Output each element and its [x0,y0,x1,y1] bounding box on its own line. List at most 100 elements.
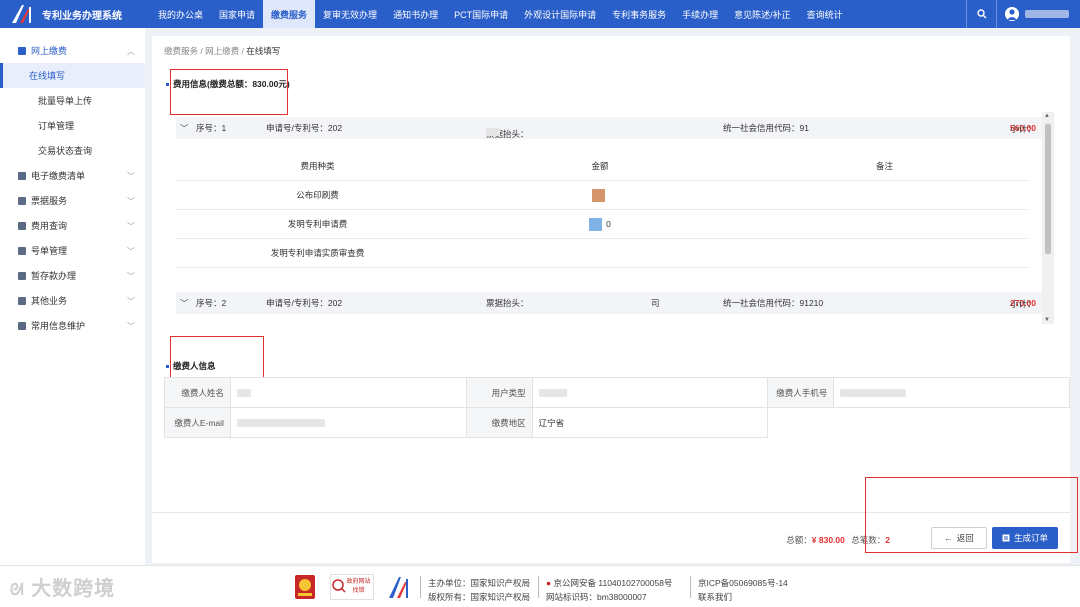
section-dot [166,364,169,368]
color-swatch [591,188,605,202]
gov-site-error-badge[interactable]: 政府网站找错 [330,574,374,600]
number-icon [18,246,26,255]
footer: ᘛ 大数跨境 政府网站找错 主办单位：国家知识产权局 版权所有：国家知识产权局 … [0,565,1080,607]
nav-design-international[interactable]: 外观设计国际申请 [516,0,604,28]
nav-query-stats[interactable]: 查询统计 [799,0,851,28]
sidebar-group-deposit[interactable]: 暂存款办理 ﹀ [0,263,145,288]
header-remark: 备注 [875,161,893,171]
scroll-up-icon[interactable]: ▲ [1044,113,1050,119]
breadcrumb-item[interactable]: 缴费服务 [164,46,198,56]
top-nav-bar: 专利业务办理系统 我的办公桌 国家申请 缴费服务 复审无效办理 通知书办理 PC… [0,0,1080,28]
nav-procedures[interactable]: 手续办理 [674,0,726,28]
chevron-down-icon[interactable]: ﹀ [180,122,189,134]
payment-icon [18,46,26,55]
sidebar-item-transaction-status[interactable]: 交易状态查询 [0,138,145,163]
watermark-text: 大数跨境 [31,578,116,600]
other-icon [18,296,26,305]
party-emblem-logo-icon[interactable] [294,574,316,600]
scrollbar-thumb[interactable] [1045,124,1051,254]
chevron-down-icon: ﹀ [127,197,135,206]
sidebar-item-order-management[interactable]: 订单管理 [0,113,145,138]
sidebar-group-e-list[interactable]: 电子缴费清单 ﹀ [0,163,145,188]
fee-table-header: 费用种类 金额 备注 [176,152,1028,181]
nav-my-desk[interactable]: 我的办公桌 [150,0,211,28]
footer-police[interactable]: ● 京公网安备 11040102700058号 [546,577,672,589]
info-icon [18,321,26,330]
footer-separator [538,576,539,598]
sidebar-group-label: 常用信息维护 [31,321,86,331]
footer-separator [420,576,421,598]
breadcrumb: 缴费服务 / 网上缴费 / 在线填写 [164,45,280,57]
sidebar-group-label: 票据服务 [31,196,68,206]
fee-row-2[interactable]: ﹀ 序号：2 申请号/专利号：202 票据抬头： 司 统一社会信用代码：9121… [176,292,1042,314]
sidebar-group-fee-query[interactable]: 费用查询 ﹀ [0,213,145,238]
chevron-down-icon: ﹀ [127,297,135,306]
fee-row-invoice-tail: 司 [651,298,660,308]
fee-row-subtotal: 小计： 270.00 [1010,298,1036,309]
sidebar-group-online-payment[interactable]: 网上缴费 ︿ [0,38,145,63]
footer-copyright: 版权所有：国家知识产权局 [428,592,531,602]
cnipa-logo-icon [8,3,38,25]
sidebar-item-batch-upload[interactable]: 批量导单上传 [0,88,145,113]
fee-row-seq: 序号：1 [196,123,227,133]
fee-row-subtotal: 小计： 560.00 [1010,123,1036,134]
sidebar-group-label: 号单管理 [31,246,68,256]
chevron-down-icon: ﹀ [127,322,135,331]
highlight-box-fee-total [170,69,288,115]
user-name: ██████ [1025,10,1069,18]
fee-type-cell: 发明专利申请费 [287,219,348,229]
user-type-label: 用户类型 [465,377,533,408]
chevron-down-icon[interactable]: ﹀ [180,297,189,309]
header-amount: 金额 [591,161,609,171]
sidebar-group-other[interactable]: 其他业务 ﹀ [0,288,145,313]
payer-region-value[interactable]: 辽宁省 [531,407,769,438]
payer-phone-value[interactable] [833,377,1070,408]
gov-site-badge-text: 政府网站找错 [346,579,371,594]
search-button[interactable] [966,0,996,28]
payer-name-label: 缴费人姓名 [164,377,231,408]
table-row: 公布印刷费 [176,181,1028,210]
payer-region-label: 缴费地区 [465,407,533,438]
chevron-down-icon: ﹀ [127,222,135,231]
footer-contact-link[interactable]: 联系我们 [698,591,732,603]
breadcrumb-item[interactable]: 网上缴费 [205,46,239,56]
redacted-value [236,389,251,398]
sidebar-group-common-info[interactable]: 常用信息维护 ﹀ [0,313,145,338]
table-row: 发明专利申请费 0 [176,210,1028,239]
nav-national-application[interactable]: 国家申请 [211,0,263,28]
vertical-scrollbar[interactable]: ▲ ▼ [1042,112,1054,324]
sidebar-group-label: 网上缴费 [31,46,68,56]
table-row: 发明专利申请实质审查费 [176,239,1028,268]
nav-patent-affairs[interactable]: 专利事务服务 [604,0,674,28]
fee-row-credit-code: 统一社会信用代码：91210 [723,298,824,308]
fee-row-1[interactable]: ﹀ 序号：1 申请号/专利号：202 票据抬头： 统一社会信用代码：91 小计：… [176,117,1042,139]
sidebar-group-invoice[interactable]: 票据服务 ﹀ [0,188,145,213]
user-menu[interactable]: ██████ [996,0,1080,28]
sidebar-group-label: 暂存款办理 [31,271,77,281]
table-row: 缴费人姓名 用户类型 缴费人手机号 [164,377,1070,408]
fee-row-app-no: 申请号/专利号：202 [266,298,343,308]
nav-fee-service[interactable]: 缴费服务 [263,0,316,28]
nav-pct[interactable]: PCT国际申请 [446,0,516,28]
nav-opinion[interactable]: 意见陈述/补正 [726,0,799,28]
fee-type-cell: 公布印刷费 [296,190,339,200]
footer-icp[interactable]: 京ICP备05069085号-14 [698,577,788,589]
sidebar-group-number-management[interactable]: 号单管理 ﹀ [0,238,145,263]
list-icon [18,171,26,180]
amount-cell [459,188,741,202]
table-row: 缴费人E-mail 缴费地区 辽宁省 [164,407,1070,438]
main-nav: 我的办公桌 国家申请 缴费服务 复审无效办理 通知书办理 PCT国际申请 外观设… [150,0,851,28]
payer-name-value[interactable] [229,377,467,408]
nav-reexamination[interactable]: 复审无效办理 [315,0,385,28]
fee-row-invoice: 票据抬头： [486,298,529,308]
scroll-down-icon[interactable]: ▼ [1044,317,1050,323]
fee-list-scroll[interactable]: ﹀ 序号：1 申请号/专利号：202 票据抬头： 统一社会信用代码：91 小计：… [176,112,1054,324]
sidebar: 网上缴费 ︿ 在线填写 批量导单上传 订单管理 交易状态查询 电子缴费清单 ﹀ … [0,28,145,565]
breadcrumb-current: 在线填写 [246,46,281,56]
payer-email-value[interactable] [229,407,467,438]
user-type-value[interactable] [531,377,769,408]
nav-notifications[interactable]: 通知书办理 [385,0,446,28]
sidebar-item-online-fill[interactable]: 在线填写 [0,63,145,88]
amount-cell: 0 [459,217,741,231]
brand[interactable]: 专利业务办理系统 [0,0,150,28]
